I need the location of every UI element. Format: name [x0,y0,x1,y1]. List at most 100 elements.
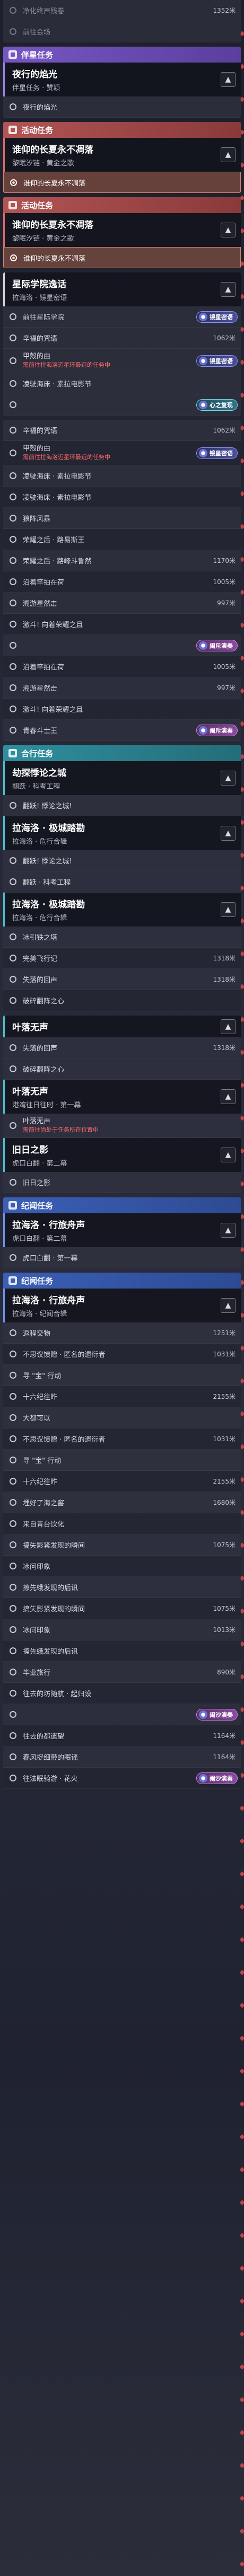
list-item[interactable]: 寻 "宝" 行动 [3,1365,241,1386]
reward-badge[interactable]: 镜星密语 [196,311,238,323]
list-item[interactable]: 破碎翻阵之心 [3,1058,241,1080]
list-item[interactable]: 凌驶海床 · 素拉电影节 [3,465,241,487]
list-item[interactable]: 激斗! 向着荣耀之且 [3,699,241,720]
list-item[interactable]: 擦先蛾发现的后讯 [3,1577,241,1598]
list-item[interactable]: 谁仰的长夏永不凋落 [3,247,241,268]
list-item[interactable]: 翻跃! 悸论之城! [3,850,241,871]
reward-badge[interactable]: 镜星密语 [196,355,238,367]
list-item[interactable]: 虎口白翻 · 第一幕 [3,1247,241,1268]
collapse-chevron-icon[interactable]: ▲ [221,1089,236,1104]
reward-badge[interactable]: 心之复现 [196,399,238,411]
list-item[interactable]: 春风捉细带的眠谣 1164米 [3,1746,241,1768]
list-item[interactable]: 夜行的焰光 [3,96,241,118]
quest-card[interactable]: 谁仰的长夏永不凋落 黎眠汐链 · 黄金之歌 ▲ [3,213,241,247]
collapse-chevron-icon[interactable]: ▲ [221,1019,236,1034]
list-item[interactable]: 前往会场 [3,21,241,42]
list-item[interactable]: 荣耀之后 · 路峰斗鲁然 1170米 [3,550,241,571]
list-item[interactable]: 毕业旅行 890米 [3,1662,241,1683]
reward-badge[interactable]: 闹沙演奏 [196,1772,238,1784]
collapse-chevron-icon[interactable]: ▲ [221,223,236,237]
quest-card[interactable]: 拉海洛 · 行旅舟声 虎口白翻 · 第二幕 ▲ [3,1213,241,1247]
list-item[interactable]: 大都可以 [3,1407,241,1428]
list-item[interactable]: 心之复现 [3,394,241,416]
list-item[interactable]: 闹斥演奏 [3,635,241,656]
list-item[interactable]: 旧日之影 [3,1172,241,1193]
list-item[interactable]: 辛福的咒语 1062米 [3,420,241,441]
list-item[interactable]: 甲殼的由 需前往拉海洛迈星环最远的任务中 镜星密语 [3,441,241,465]
list-item[interactable]: 溯游星然击 997米 [3,593,241,614]
list-item[interactable]: 十六纪往昨 2155米 [3,1471,241,1492]
list-item[interactable]: 擦先蛾发现的后讯 [3,1640,241,1662]
quest-card[interactable]: 拉海洛 · 极城踏勘 拉海洛 · 危行合辑 ▲ [3,893,241,927]
list-item[interactable]: 翻跃! 悸论之城! [3,795,241,816]
edge-marker-icon [239,2298,244,2304]
list-item[interactable]: 净化终声残卷 1352米 [3,0,241,21]
list-item[interactable]: 不思议馈赠 · 匿名的遗衍者 1031米 [3,1344,241,1365]
reward-badge[interactable]: 闹斥演奏 [196,724,238,736]
list-item[interactable]: 荣耀之后 · 路易斯王 [3,529,241,550]
list-item[interactable]: 返程交物 1251米 [3,1322,241,1344]
collapse-chevron-icon[interactable]: ▲ [221,1223,236,1238]
reward-badge[interactable]: 闹沙演奏 [196,1708,238,1721]
list-item[interactable]: 激斗! 向着荣耀之且 [3,614,241,635]
list-item[interactable]: 埋好了海之窖 1680米 [3,1492,241,1513]
list-item[interactable]: 沿着竿拍在荷 1005米 [3,656,241,677]
quest-title: 拉海洛 · 行旅舟声 [12,1295,85,1306]
list-item[interactable]: 谁仰的长夏永不凋落 [3,172,241,193]
quest-card[interactable]: 拉海洛 · 行旅舟声 拉海洛 · 纪闻合辑 ▲ [3,1289,241,1322]
list-item[interactable]: 冰引铁之塔 [3,927,241,948]
list-item[interactable]: 搞失影紧发现的瞬间 1075米 [3,1598,241,1619]
quest-card[interactable]: 劫探悸论之城 翻跃 · 科考工程 ▲ [3,761,241,795]
collapse-chevron-icon[interactable]: ▲ [221,902,236,917]
list-item[interactable]: 往法眠骑游 · 花火 闹沙演奏 [3,1768,241,1789]
list-item[interactable]: 完美飞行记 1318米 [3,948,241,969]
collapse-chevron-icon[interactable]: ▲ [221,72,236,87]
row-label-text: 破碎翻阵之心 [23,998,65,1005]
list-item[interactable]: 十六纪往昨 2155米 [3,1386,241,1407]
list-item[interactable]: 冰问印象 1013米 [3,1619,241,1640]
quest-card[interactable]: 拉海洛 · 极城踏勘 拉海洛 · 危行合辑 ▲ [3,816,241,850]
list-item[interactable]: 搞失影紧发现的瞬间 1075米 [3,1534,241,1556]
list-item[interactable]: 前往星际学院 镜星密语 [3,306,241,328]
collapse-chevron-icon[interactable]: ▲ [221,282,236,297]
list-item[interactable]: 凌驶海床 · 素拉电影节 [3,487,241,508]
quest-card[interactable]: 叶落无声 ▲ [3,1016,241,1037]
list-item[interactable]: 往去的坊随航 · 起归设 [3,1683,241,1704]
quest-card[interactable]: 旧日之影 虎口白翻 · 第二幕 ▲ [3,1138,241,1172]
quest-card[interactable]: 夜行的焰光 伴星任务 · 赞颖 ▲ [3,63,241,96]
collapse-chevron-icon[interactable]: ▲ [221,771,236,786]
row-label-text: 荣耀之后 · 路峰斗鲁然 [23,558,92,566]
row-distance: 1170米 [213,557,236,564]
list-item[interactable]: 冰问印象 [3,1556,241,1577]
list-item[interactable]: 狼阵风暴 [3,508,241,529]
quest-card[interactable]: 谁仰的长夏永不凋落 黎眠汐链 · 黄金之歌 ▲ [3,138,241,172]
list-item[interactable]: 甲殼的由 需前往拉海洛迈星环最远的任务中 镜星密语 [3,349,241,373]
collapse-chevron-icon[interactable]: ▲ [221,1298,236,1313]
reward-badge[interactable]: 镜星密语 [196,447,238,459]
row-label-text: 甲殼的由 [23,445,51,453]
collapse-chevron-icon[interactable]: ▲ [221,826,236,841]
list-item[interactable]: 青春斗士王 闹斥演奏 [3,720,241,741]
list-item[interactable]: 失落的回声 1318米 [3,969,241,990]
list-item[interactable]: 寻 "宝" 行动 [3,1450,241,1471]
list-item[interactable]: 不思议馈赠 · 匿名的遗衍者 1031米 [3,1428,241,1450]
list-item[interactable]: 沿着竿拍在荷 1005米 [3,571,241,593]
quest-card[interactable]: 星际学院逸话 拉海洛 · 镜星密语 ▲ [3,272,241,306]
list-item[interactable]: 辛福的咒语 1062米 [3,328,241,349]
list-item[interactable]: 翻跃 · 科考工程 [3,871,241,893]
quest-card[interactable]: 叶落无声 港湾往日往时 · 第一幕 ▲ [3,1080,241,1114]
collapse-chevron-icon[interactable]: ▲ [221,1148,236,1162]
quest-subtitle: 拉海洛 · 危行合辑 [12,914,67,922]
edge-marker-icon [239,2002,244,2008]
reward-badge[interactable]: 闹斥演奏 [196,639,238,651]
list-item[interactable]: 凌驶海床 · 素拉电影节 [3,373,241,394]
list-item[interactable]: 叶落无声 需前往尚处于任务所在位置中 [3,1114,241,1138]
list-item[interactable]: 往去的都遗望 1164米 [3,1725,241,1746]
badge-label: 镜星密语 [210,313,233,321]
list-item[interactable]: 失落的回声 1318米 [3,1037,241,1058]
collapse-chevron-icon[interactable]: ▲ [221,147,236,162]
list-item[interactable]: 溯游星然击 997米 [3,677,241,699]
list-item[interactable]: 破碎翻阵之心 [3,990,241,1011]
list-item[interactable]: 闹沙演奏 [3,1704,241,1725]
list-item[interactable]: 来自青台饮化 [3,1513,241,1534]
